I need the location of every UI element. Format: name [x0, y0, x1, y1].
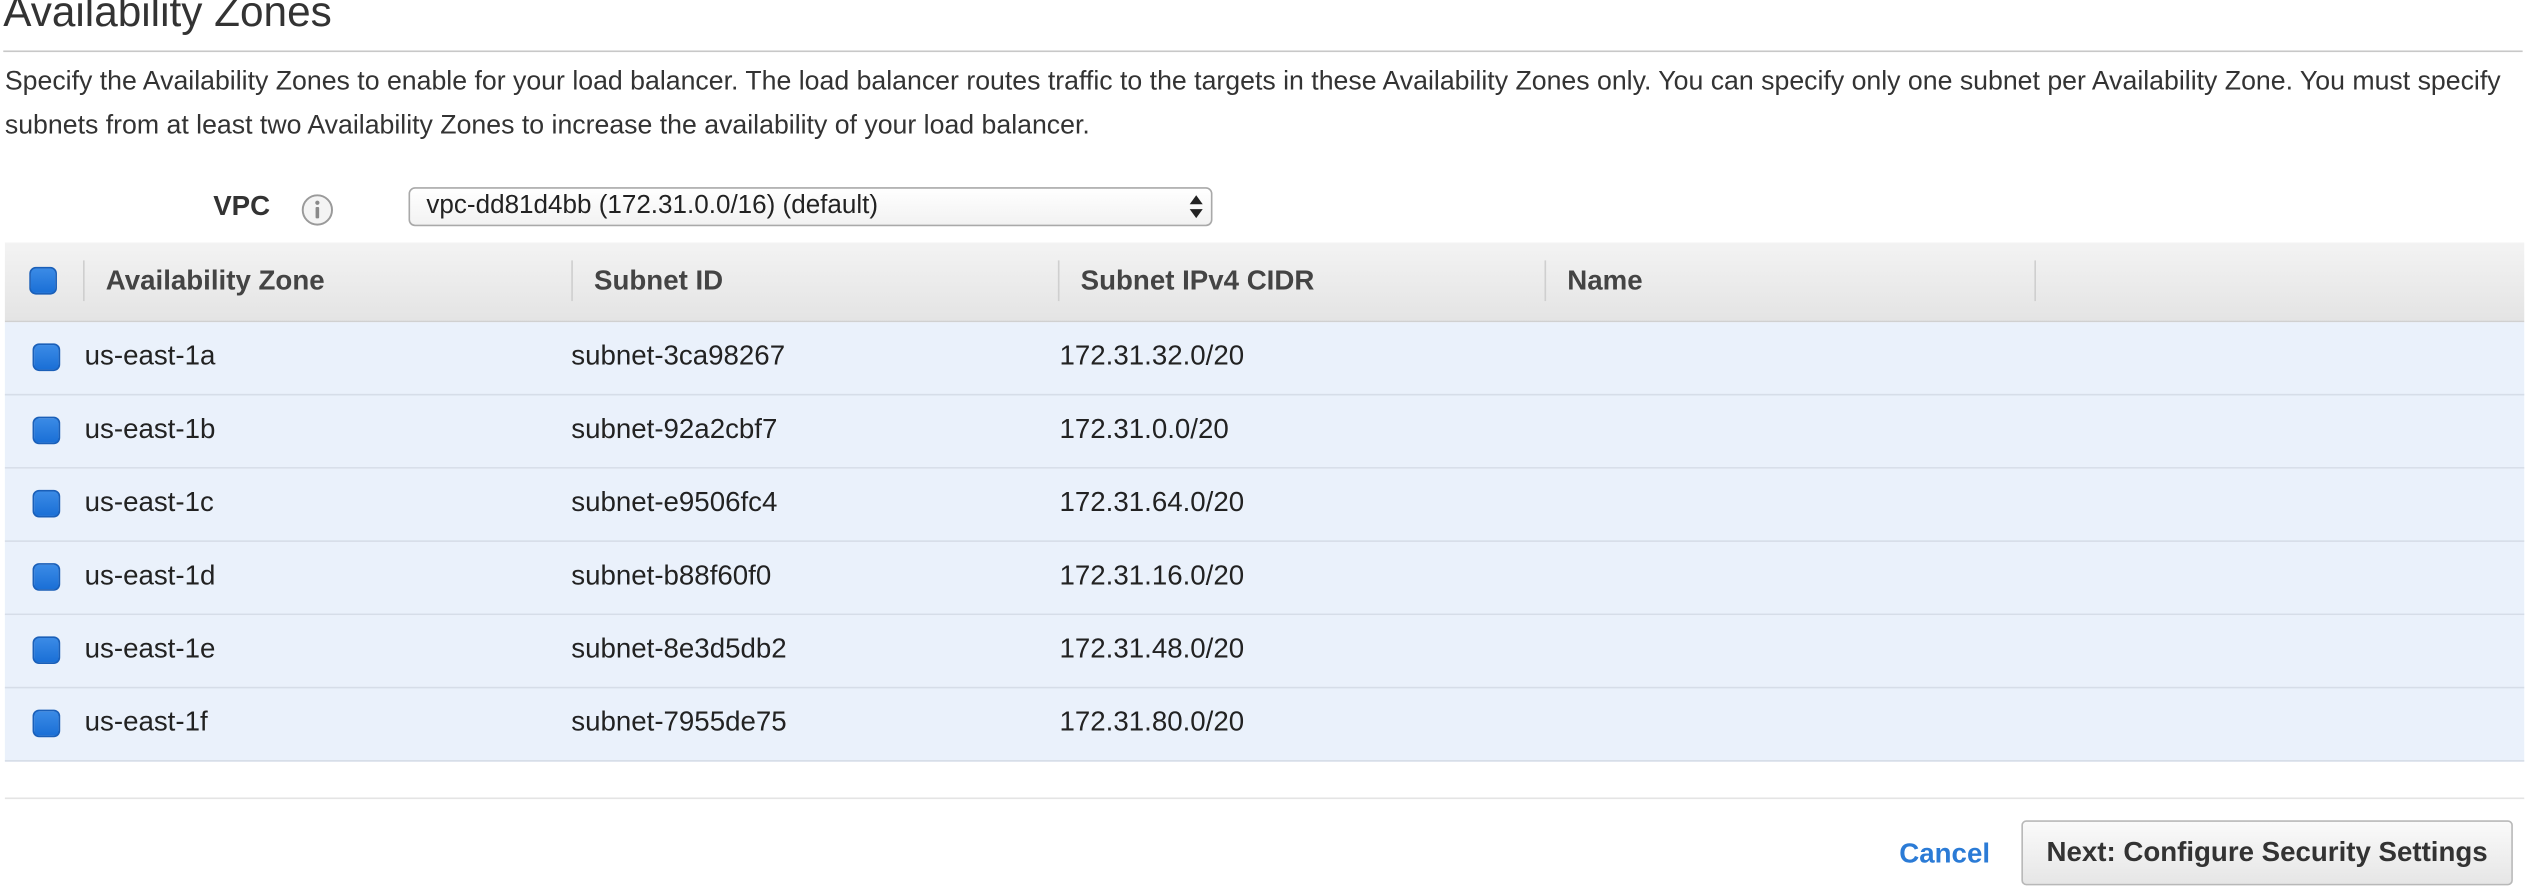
- footer-divider: [4, 797, 2525, 800]
- title-divider: [3, 50, 2523, 53]
- cell-subnet-cidr: 172.31.64.0/20: [1059, 486, 1245, 518]
- column-header-name[interactable]: Name: [1567, 265, 1642, 298]
- table-row[interactable]: us-east-1d subnet-b88f60f0 172.31.16.0/2…: [4, 541, 2525, 616]
- column-divider: [1544, 260, 1547, 302]
- cancel-button[interactable]: Cancel: [1899, 838, 1990, 871]
- vpc-label: VPC: [213, 190, 271, 222]
- cell-subnet-cidr: 172.31.0.0/20: [1059, 413, 1229, 445]
- column-divider: [83, 260, 85, 302]
- cell-subnet-cidr: 172.31.48.0/20: [1059, 633, 1245, 665]
- info-icon[interactable]: [301, 194, 334, 227]
- row-checkbox[interactable]: [32, 709, 61, 738]
- cell-availability-zone: us-east-1e: [84, 633, 216, 665]
- cell-subnet-cidr: 172.31.32.0/20: [1059, 340, 1245, 372]
- select-all-checkbox[interactable]: [29, 266, 57, 295]
- cell-availability-zone: us-east-1f: [84, 706, 208, 738]
- column-header-subnet-cidr[interactable]: Subnet IPv4 CIDR: [1081, 265, 1315, 298]
- column-header-subnet-id[interactable]: Subnet ID: [594, 265, 723, 298]
- cell-availability-zone: us-east-1b: [84, 413, 216, 445]
- row-checkbox[interactable]: [32, 563, 61, 591]
- cell-availability-zone: us-east-1d: [84, 559, 216, 591]
- row-checkbox[interactable]: [32, 489, 61, 518]
- cell-subnet-id: subnet-e9506fc4: [571, 486, 778, 518]
- column-divider: [2034, 260, 2037, 302]
- table-row[interactable]: us-east-1f subnet-7955de75 172.31.80.0/2…: [4, 688, 2525, 762]
- table-header: Availability Zone Subnet ID Subnet IPv4 …: [4, 242, 2525, 323]
- cell-availability-zone: us-east-1a: [84, 340, 216, 372]
- section-description: Specify the Availability Zones to enable…: [4, 66, 2501, 140]
- row-checkbox[interactable]: [32, 416, 61, 445]
- table-row[interactable]: us-east-1a subnet-3ca98267 172.31.32.0/2…: [4, 322, 2525, 396]
- section-title: Availability Zones: [3, 0, 332, 36]
- row-checkbox[interactable]: [32, 636, 61, 665]
- cell-subnet-cidr: 172.31.16.0/20: [1059, 559, 1245, 591]
- cell-subnet-cidr: 172.31.80.0/20: [1059, 706, 1245, 738]
- column-divider: [571, 260, 573, 302]
- select-arrows-icon: [1188, 192, 1204, 221]
- cell-subnet-id: subnet-7955de75: [571, 706, 787, 738]
- vpc-select-value: vpc-dd81d4bb (172.31.0.0/16) (default): [426, 192, 879, 220]
- cell-subnet-id: subnet-b88f60f0: [571, 559, 772, 591]
- next-configure-security-settings-button[interactable]: Next: Configure Security Settings: [2021, 820, 2513, 886]
- cell-availability-zone: us-east-1c: [84, 486, 214, 518]
- subnets-table: Availability Zone Subnet ID Subnet IPv4 …: [4, 242, 2525, 762]
- row-checkbox[interactable]: [32, 343, 61, 372]
- availability-zones-panel: Availability Zones Specify the Availabil…: [0, 0, 2526, 889]
- vpc-select[interactable]: vpc-dd81d4bb (172.31.0.0/16) (default): [408, 187, 1213, 227]
- table-row[interactable]: us-east-1c subnet-e9506fc4 172.31.64.0/2…: [4, 468, 2525, 542]
- table-row[interactable]: us-east-1e subnet-8e3d5db2 172.31.48.0/2…: [4, 615, 2525, 689]
- cell-subnet-id: subnet-92a2cbf7: [571, 413, 778, 445]
- column-header-availability-zone[interactable]: Availability Zone: [106, 265, 325, 298]
- column-divider: [1057, 260, 1060, 302]
- table-row[interactable]: us-east-1b subnet-92a2cbf7 172.31.0.0/20: [4, 395, 2525, 469]
- cell-subnet-id: subnet-8e3d5db2: [571, 633, 787, 665]
- cell-subnet-id: subnet-3ca98267: [571, 340, 786, 372]
